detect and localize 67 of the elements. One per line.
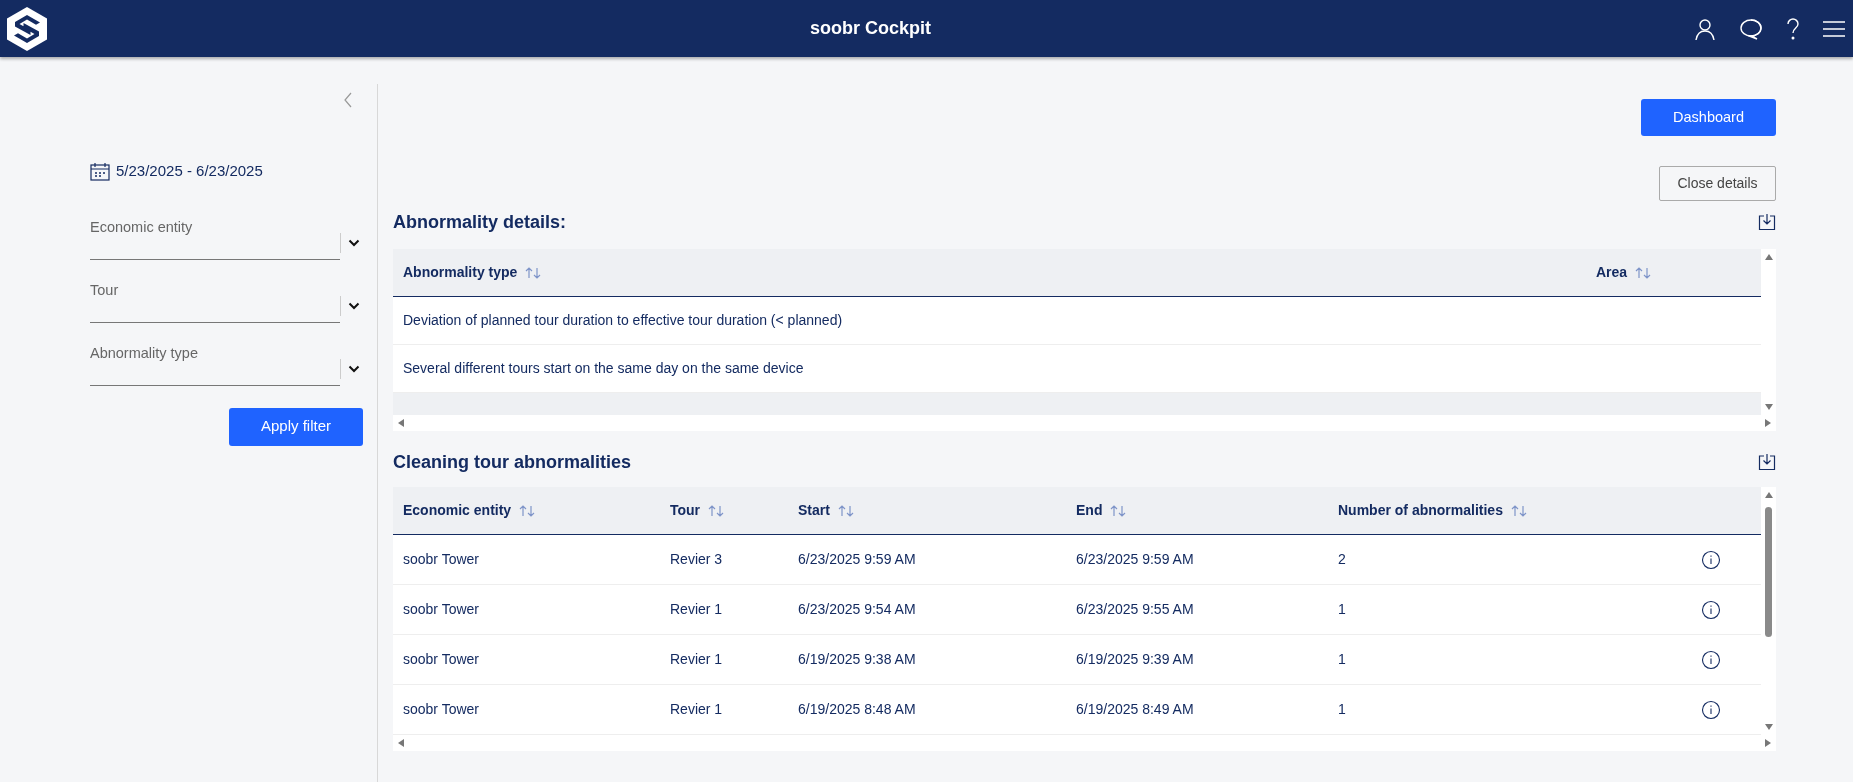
sort-icon[interactable] bbox=[519, 504, 536, 517]
scroll-thumb[interactable] bbox=[1765, 507, 1772, 637]
user-icon[interactable] bbox=[1693, 16, 1717, 41]
sort-icon[interactable] bbox=[708, 504, 725, 517]
table-cell-text: Revier 1 bbox=[669, 650, 724, 669]
table-cell-text: Revier 1 bbox=[669, 600, 724, 619]
sort-icon[interactable] bbox=[837, 504, 854, 517]
scroll-arrow-icon[interactable] bbox=[397, 419, 405, 427]
dashboard-button[interactable]: Dashboard bbox=[1641, 99, 1776, 136]
table-cell-text: Revier 1 bbox=[669, 700, 724, 719]
info-icon[interactable] bbox=[1701, 549, 1721, 570]
table-cell-text: soobr Tower bbox=[402, 600, 480, 619]
table-cell-text: 6/19/2025 9:39 AM bbox=[1075, 650, 1195, 669]
logo-icon[interactable] bbox=[6, 6, 48, 51]
menu-icon[interactable] bbox=[1823, 19, 1845, 38]
table-cell-text: 6/19/2025 8:48 AM bbox=[797, 700, 917, 719]
table-cell-text: 6/23/2025 9:54 AM bbox=[797, 600, 917, 619]
table-cell-text: 6/19/2025 9:38 AM bbox=[797, 650, 917, 669]
help-icon[interactable] bbox=[1785, 16, 1801, 41]
table-cell-text: 1 bbox=[1337, 600, 1347, 619]
column-header[interactable]: Number of abnormalities bbox=[1338, 500, 1503, 521]
apply-filter-button[interactable]: Apply filter bbox=[229, 407, 363, 446]
sort-icon[interactable] bbox=[525, 266, 542, 279]
info-icon[interactable] bbox=[1701, 649, 1721, 670]
chevron-down-icon[interactable] bbox=[348, 364, 360, 373]
table-cell-text: soobr Tower bbox=[402, 700, 480, 719]
table-cell-text: 6/19/2025 8:49 AM bbox=[1075, 700, 1195, 719]
date-range[interactable]: 5/23/2025 - 6/23/2025 bbox=[116, 160, 263, 183]
chevron-down-icon[interactable] bbox=[348, 301, 360, 310]
table-cell-text: 2 bbox=[1337, 550, 1347, 569]
chat-icon[interactable] bbox=[1739, 16, 1763, 41]
table-cell-text: 1 bbox=[1337, 700, 1347, 719]
table-cell-text: 1 bbox=[1337, 650, 1347, 669]
table-cell-text: Deviation of planned tour duration to effective tour duration (< planned) bbox=[402, 311, 844, 330]
sort-icon[interactable] bbox=[1510, 504, 1527, 517]
table-cell-text: Revier 3 bbox=[669, 550, 724, 569]
column-header[interactable]: Area bbox=[1596, 262, 1628, 283]
sort-icon[interactable] bbox=[1635, 266, 1652, 279]
table-cell-text: soobr Tower bbox=[402, 550, 480, 569]
column-header[interactable]: Tour bbox=[670, 500, 701, 521]
table-cell-text: soobr Tower bbox=[402, 650, 480, 669]
table-cell-text: 6/23/2025 9:55 AM bbox=[1075, 600, 1195, 619]
chevron-down-icon[interactable] bbox=[348, 238, 360, 247]
column-header[interactable]: Economic entity bbox=[403, 500, 512, 521]
collapse-chevron-icon[interactable] bbox=[343, 92, 353, 108]
filter-dropdown[interactable]: Economic entity bbox=[90, 209, 340, 260]
scroll-arrow-icon[interactable] bbox=[1764, 253, 1773, 261]
section-title: Abnormality details: bbox=[393, 210, 567, 234]
info-icon[interactable] bbox=[1701, 599, 1721, 620]
download-icon[interactable] bbox=[1758, 453, 1776, 471]
scroll-arrow-icon[interactable] bbox=[397, 739, 405, 747]
info-icon[interactable] bbox=[1701, 699, 1721, 720]
column-header[interactable]: Start bbox=[798, 500, 830, 521]
close-details-button[interactable]: Close details bbox=[1659, 166, 1776, 201]
filter-dropdown[interactable]: Abnormality type bbox=[90, 335, 340, 386]
sort-icon[interactable] bbox=[1110, 504, 1127, 517]
scroll-arrow-icon[interactable] bbox=[1764, 491, 1773, 499]
section-title: Cleaning tour abnormalities bbox=[393, 450, 632, 474]
download-icon[interactable] bbox=[1758, 213, 1776, 231]
table-cell-text: 6/23/2025 9:59 AM bbox=[1075, 550, 1195, 569]
table-cell-text: Several different tours start on the same day on the same device bbox=[402, 359, 805, 378]
column-header[interactable]: End bbox=[1076, 500, 1103, 521]
filter-dropdown[interactable]: Tour bbox=[90, 272, 340, 323]
table-cell-text: 6/23/2025 9:59 AM bbox=[797, 550, 917, 569]
column-header[interactable]: Abnormality type bbox=[403, 262, 518, 283]
calendar-icon[interactable] bbox=[90, 161, 110, 181]
app-title: soobr Cockpit bbox=[810, 17, 931, 40]
